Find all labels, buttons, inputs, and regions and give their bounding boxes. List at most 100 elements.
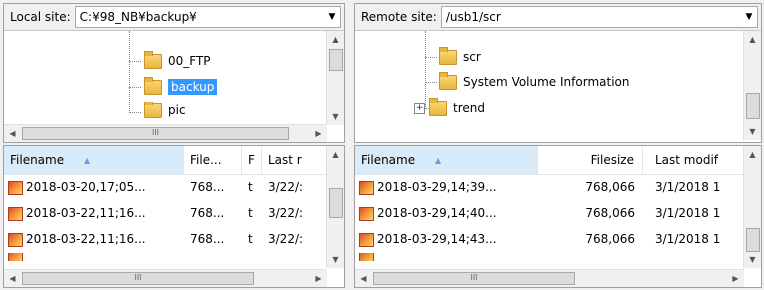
scroll-down-icon[interactable]: ▼ xyxy=(327,251,344,268)
chevron-down-icon[interactable]: ▼ xyxy=(741,12,757,22)
file-name-cell[interactable]: 2018-03-29,14;40... xyxy=(355,201,538,226)
remote-file-list-vscroll[interactable]: ▲ ▼ xyxy=(743,146,761,268)
scroll-thumb[interactable] xyxy=(329,49,343,71)
file-row[interactable]: 2018-03-29,14;43... 768,066 3/1/2018 1 xyxy=(355,227,744,252)
scroll-grip: III xyxy=(134,273,142,282)
local-tree-vscroll[interactable]: ▲ ▼ xyxy=(326,31,344,125)
image-file-icon xyxy=(359,232,374,247)
scroll-up-icon[interactable]: ▲ xyxy=(744,146,761,163)
file-name-cell[interactable]: 2018-03-29,14;43... xyxy=(355,227,538,252)
file-row-partial[interactable] xyxy=(4,253,327,261)
remote-site-bar: Remote site: /usb1/scr ▼ xyxy=(355,4,761,31)
scroll-up-icon[interactable]: ▲ xyxy=(744,31,761,48)
file-size-cell: 768... xyxy=(190,206,225,220)
remote-site-combobox[interactable]: /usb1/scr ▼ xyxy=(440,6,758,28)
folder-icon xyxy=(429,97,447,116)
local-tree-hscroll[interactable]: ◀ III ▶ xyxy=(4,124,327,142)
scroll-grip: III xyxy=(151,128,160,137)
tree-node-selected[interactable]: backup xyxy=(144,76,218,97)
image-file-icon xyxy=(359,206,374,221)
remote-tree-vscroll[interactable]: ▲ ▼ xyxy=(743,31,761,140)
tree-node[interactable]: System Volume Information xyxy=(439,71,629,92)
column-header-filesize[interactable]: Filesize xyxy=(538,146,643,174)
remote-site-path[interactable]: /usb1/scr xyxy=(442,10,741,24)
local-folder-tree: 00_FTP backup pic xyxy=(4,31,327,125)
scroll-up-icon[interactable]: ▲ xyxy=(327,146,344,163)
local-file-list-vscroll[interactable]: ▲ ▼ xyxy=(326,146,344,268)
column-header-filename[interactable]: Filename ▲ xyxy=(4,146,184,174)
file-row[interactable]: 2018-03-22,11;16... 768... t 3/22/: xyxy=(4,201,327,226)
file-row[interactable]: 2018-03-29,14;39... 768,066 3/1/2018 1 xyxy=(355,175,744,200)
file-name-cell[interactable]: 2018-03-22,11;16... xyxy=(4,201,184,226)
column-header-filetype[interactable]: F xyxy=(242,146,262,174)
file-row-partial[interactable] xyxy=(355,253,744,261)
column-header-filesize[interactable]: File... xyxy=(184,146,242,174)
remote-file-list-hscroll[interactable]: ◀ III ▶ xyxy=(355,269,744,287)
image-file-icon xyxy=(359,253,374,261)
expand-icon[interactable]: + xyxy=(414,102,425,114)
scroll-thumb[interactable]: III xyxy=(22,127,289,140)
tree-node[interactable]: 00_FTP xyxy=(144,50,211,71)
file-modified-cell: 3/1/2018 1 xyxy=(655,180,721,194)
scroll-thumb[interactable] xyxy=(746,228,760,252)
scroll-right-icon[interactable]: ▶ xyxy=(727,270,744,287)
local-file-list-hscroll[interactable]: ◀ III ▶ xyxy=(4,269,327,287)
file-modified-cell: 3/22/: xyxy=(268,206,304,220)
file-name-cell[interactable]: 2018-03-22,11;16... xyxy=(4,227,184,252)
folder-icon xyxy=(144,50,162,69)
file-size-cell: 768... xyxy=(190,180,225,194)
file-row[interactable]: 2018-03-29,14;40... 768,066 3/1/2018 1 xyxy=(355,201,744,226)
scroll-thumb[interactable] xyxy=(329,188,343,218)
folder-icon xyxy=(439,71,457,90)
tree-node[interactable]: + trend xyxy=(414,97,485,118)
file-size-cell: 768... xyxy=(190,232,225,246)
folder-icon xyxy=(144,102,162,118)
scroll-grip: III xyxy=(470,273,478,282)
file-name-cell[interactable]: 2018-03-29,14;39... xyxy=(355,175,538,200)
remote-site-label: Remote site: xyxy=(361,10,437,24)
local-site-path[interactable]: C:¥98_NB¥backup¥ xyxy=(76,10,324,24)
scroll-left-icon[interactable]: ◀ xyxy=(355,270,372,287)
scroll-left-icon[interactable]: ◀ xyxy=(4,125,21,142)
sort-ascending-icon: ▲ xyxy=(435,156,442,165)
file-row[interactable]: 2018-03-22,11;16... 768... t 3/22/: xyxy=(4,227,327,252)
column-header-filename[interactable]: Filename ▲ xyxy=(355,146,538,174)
scroll-right-icon[interactable]: ▶ xyxy=(310,125,327,142)
chevron-down-icon[interactable]: ▼ xyxy=(324,12,340,22)
tree-connector xyxy=(129,87,141,89)
scroll-thumb[interactable]: III xyxy=(22,272,254,285)
remote-folder-tree: scr System Volume Information + trend xyxy=(355,31,744,125)
scroll-down-icon[interactable]: ▼ xyxy=(744,251,761,268)
scroll-down-icon[interactable]: ▼ xyxy=(327,108,344,125)
tree-node-label[interactable]: 00_FTP xyxy=(168,54,211,68)
tree-connector xyxy=(129,31,131,113)
scroll-down-icon[interactable]: ▼ xyxy=(744,123,761,140)
file-row[interactable]: 2018-03-20,17;05... 768... t 3/22/: xyxy=(4,175,327,200)
column-header-last-modified[interactable]: Last r xyxy=(262,146,327,174)
tree-node-label[interactable]: pic xyxy=(168,103,186,117)
scroll-right-icon[interactable]: ▶ xyxy=(310,270,327,287)
column-header-last-modified[interactable]: Last modif xyxy=(643,146,744,174)
image-file-icon xyxy=(8,180,23,195)
scroll-up-icon[interactable]: ▲ xyxy=(327,31,344,48)
tree-connector xyxy=(129,61,141,63)
remote-tree-pane: Remote site: /usb1/scr ▼ scr System Volu… xyxy=(354,3,762,143)
local-file-list-header: Filename ▲ File... F Last r xyxy=(4,146,327,175)
file-size-cell: 768,066 xyxy=(585,206,635,220)
tree-node-label[interactable]: scr xyxy=(463,50,481,64)
image-file-icon xyxy=(8,206,23,221)
local-site-bar: Local site: C:¥98_NB¥backup¥ ▼ xyxy=(4,4,344,31)
tree-node[interactable]: pic xyxy=(144,102,186,118)
scroll-left-icon[interactable]: ◀ xyxy=(4,270,21,287)
file-name-cell[interactable]: 2018-03-20,17;05... xyxy=(4,175,184,200)
tree-node[interactable]: scr xyxy=(439,46,481,67)
local-site-label: Local site: xyxy=(10,10,71,24)
local-site-combobox[interactable]: C:¥98_NB¥backup¥ ▼ xyxy=(74,6,341,28)
tree-node-label[interactable]: trend xyxy=(453,101,485,115)
scroll-thumb[interactable]: III xyxy=(373,272,575,285)
tree-node-label[interactable]: backup xyxy=(168,79,218,95)
scroll-thumb[interactable] xyxy=(746,93,760,119)
tree-node-label[interactable]: System Volume Information xyxy=(463,75,629,89)
file-type-cell: t xyxy=(248,232,253,246)
file-size-cell: 768,066 xyxy=(585,180,635,194)
